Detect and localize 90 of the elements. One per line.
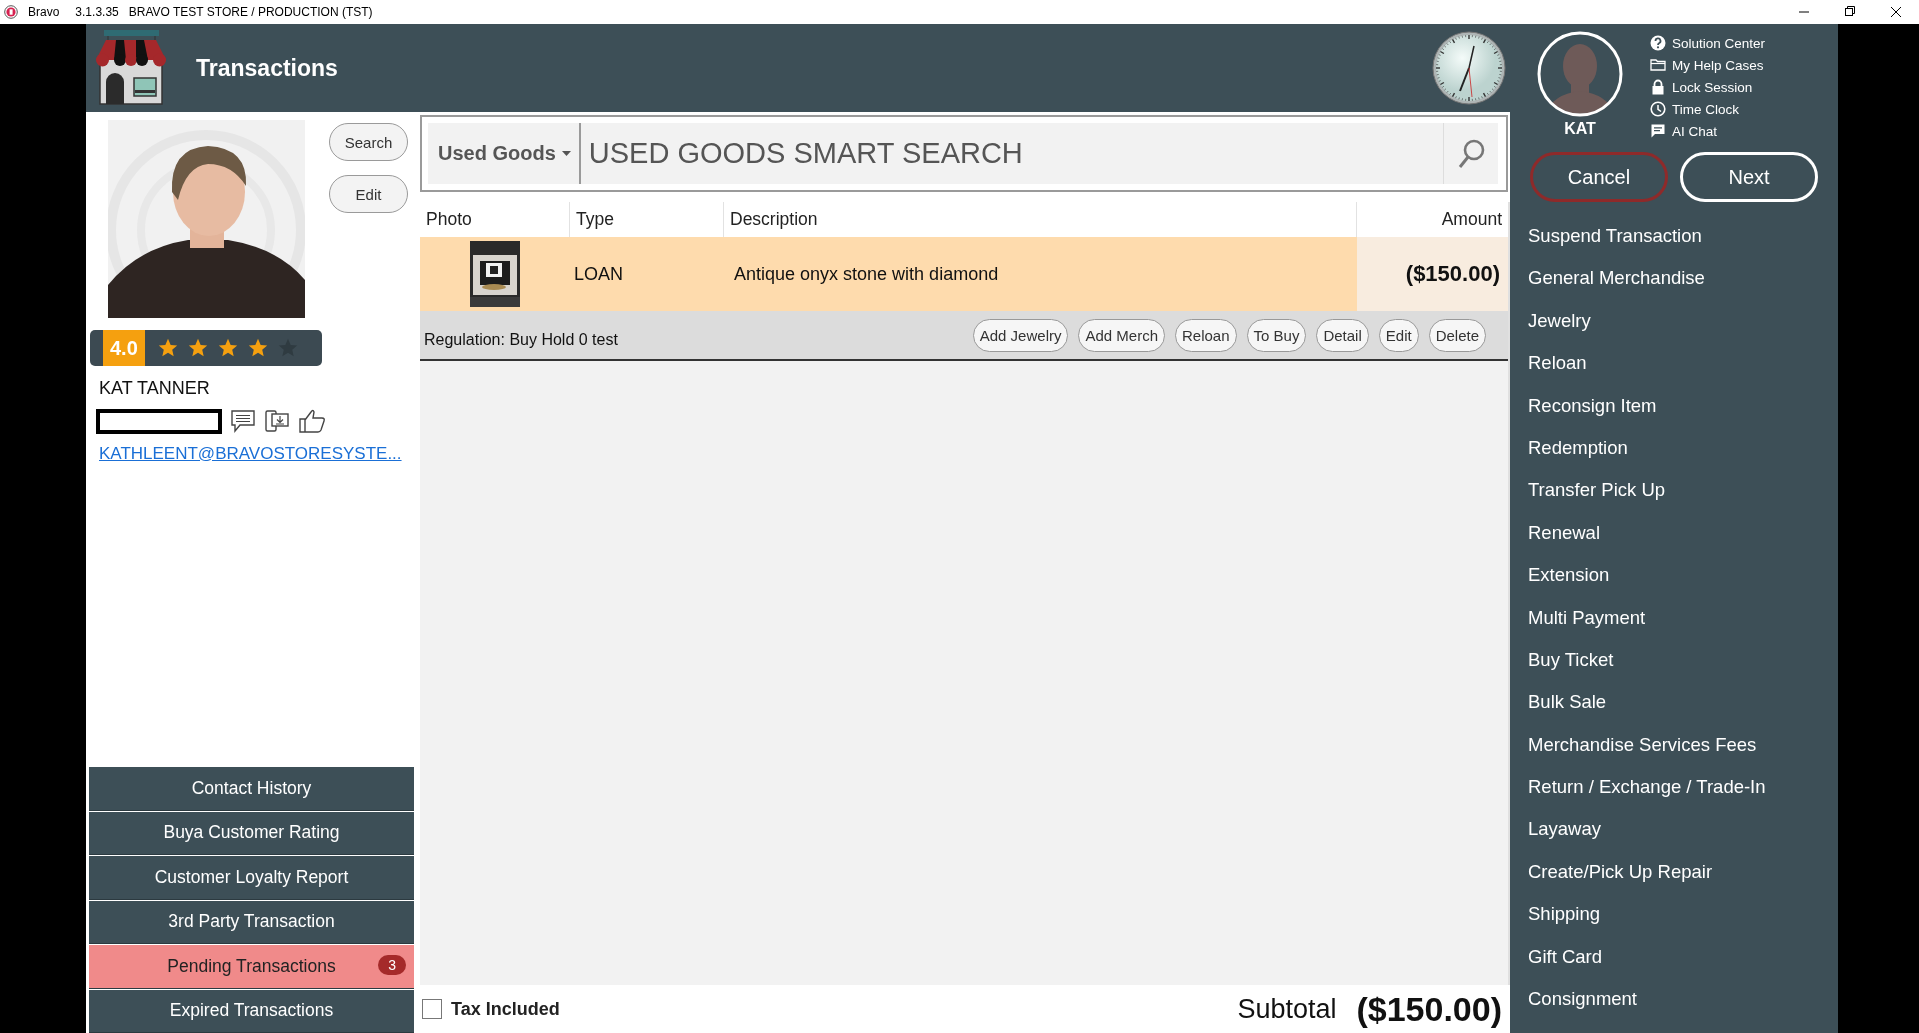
customer-name: KAT TANNER	[99, 378, 211, 399]
menu-item[interactable]: Extension	[1528, 554, 1610, 597]
column-header: Photo	[420, 202, 570, 237]
star-icon	[186, 337, 209, 359]
app-name: Bravo	[28, 5, 60, 19]
help-link[interactable]: My Help Cases	[1650, 57, 1766, 73]
lock-icon	[1650, 79, 1666, 95]
folder-icon	[1650, 57, 1666, 73]
menu-item[interactable]: Buy Ticket	[1528, 638, 1614, 682]
category-dropdown[interactable]: Used Goods	[428, 123, 581, 184]
help-link[interactable]: Solution Center	[1650, 35, 1766, 51]
customer-menu-item[interactable]: Contact History	[89, 767, 414, 811]
customer-action-button[interactable]: Edit	[329, 175, 408, 213]
chat-icon	[1650, 123, 1666, 139]
avatar-icon[interactable]	[1537, 31, 1623, 117]
search-field[interactable]: USED GOODS SMART SEARCH	[580, 123, 1443, 184]
row-action-button[interactable]: Delete	[1428, 318, 1486, 352]
menu-item[interactable]: Multi Payment	[1528, 596, 1646, 639]
store-icon	[94, 30, 168, 106]
help-link[interactable]: Lock Session	[1650, 79, 1766, 95]
menu-item[interactable]: Shipping	[1528, 893, 1600, 936]
caret-icon	[561, 151, 571, 156]
help-link[interactable]: Time Clock	[1650, 101, 1766, 117]
row-action-button[interactable]: Add Jewelry	[972, 318, 1069, 352]
link-label: Solution Center	[1672, 35, 1766, 51]
menu-item[interactable]: Suspend Transaction	[1528, 215, 1702, 258]
column-header: Amount	[1357, 202, 1508, 237]
row-action-button[interactable]: Reloan	[1175, 318, 1237, 352]
customer-menu-item[interactable]: Expired Transactions	[89, 989, 414, 1033]
menu-item[interactable]: Redemption	[1528, 426, 1628, 470]
menu-item[interactable]: Layaway	[1528, 808, 1601, 851]
menu-item[interactable]: Jewelry	[1528, 299, 1591, 343]
link-label: My Help Cases	[1672, 57, 1764, 73]
cancel-button[interactable]: Cancel	[1530, 152, 1668, 202]
help-icon	[1650, 35, 1666, 51]
menu-item[interactable]: Create/Pick Up Repair	[1528, 850, 1713, 894]
phone-field[interactable]	[96, 408, 222, 434]
customer-menu-item[interactable]: Customer Loyalty Report	[89, 856, 414, 900]
menu-item[interactable]: Gift Card	[1528, 935, 1603, 979]
dropdown-label: Used Goods	[438, 142, 556, 165]
menu-item-label: Pending Transactions	[167, 955, 336, 977]
menu-item[interactable]: Return / Exchange / Trade-In	[1528, 766, 1766, 809]
count-badge: 3	[378, 955, 406, 975]
menu-item[interactable]: Reloan	[1528, 342, 1587, 385]
star-icon	[246, 337, 269, 359]
column-header: Description	[724, 202, 1357, 237]
next-button[interactable]: Next	[1680, 152, 1818, 202]
menu-item[interactable]: Consignment	[1528, 978, 1637, 1021]
row-action-button[interactable]: Detail	[1316, 318, 1369, 352]
clock-icon	[1650, 101, 1666, 117]
regulation-note: Regulation: Buy Hold 0 test	[424, 331, 618, 349]
link-label: Lock Session	[1672, 79, 1753, 95]
link-label: AI Chat	[1672, 123, 1718, 139]
row-action-button[interactable]: To Buy	[1246, 318, 1307, 352]
app-logo-icon	[4, 5, 18, 19]
page-title: Transactions	[196, 54, 338, 82]
table-cell: LOAN	[570, 237, 724, 311]
clock-icon	[1432, 31, 1506, 105]
customer-action-button[interactable]: Search	[329, 123, 408, 161]
thumbs-up-icon[interactable]	[298, 408, 326, 434]
menu-item[interactable]: Reconsign Item	[1528, 384, 1657, 427]
customer-menu-item[interactable]: Buya Customer Rating	[89, 811, 414, 855]
email-link[interactable]: KATHLEENT@BRAVOSTORESYSTE...	[99, 444, 402, 464]
message-icon[interactable]	[230, 409, 256, 433]
row-action-button[interactable]: Edit	[1378, 318, 1419, 352]
store-name: BRAVO TEST STORE / PRODUCTION (TST)	[128, 5, 373, 19]
menu-item[interactable]: Renewal	[1528, 511, 1600, 555]
menu-item[interactable]: Transfer Pick Up	[1528, 469, 1666, 512]
star-icon	[156, 337, 179, 359]
menu-item[interactable]: Bulk Sale	[1528, 681, 1607, 724]
rating-value: 4.0	[103, 330, 145, 366]
subtotal-label: Subtotal	[1237, 993, 1337, 1025]
checkbox-label: Tax Included	[451, 998, 560, 1020]
app-version: 3.1.3.35	[75, 5, 119, 19]
help-link[interactable]: AI Chat	[1650, 123, 1766, 139]
customer-menu-item[interactable]: 3rd Party Transaction	[89, 900, 414, 944]
checkbox[interactable]	[422, 999, 442, 1019]
menu-item[interactable]: General Merchandise	[1528, 257, 1705, 300]
column-header: Type	[570, 202, 724, 237]
star-icon	[216, 337, 239, 359]
subtotal-value: ($150.00)	[1356, 989, 1502, 1029]
link-label: Time Clock	[1672, 101, 1739, 117]
table-cell: Antique onyx stone with diamond	[724, 237, 1357, 311]
menu-item[interactable]: Merchandise Services Fees	[1528, 723, 1757, 767]
search-icon[interactable]	[1458, 138, 1486, 169]
row-action-button[interactable]: Add Merch	[1078, 318, 1165, 352]
device-download-icon[interactable]	[264, 408, 290, 434]
user-name: KAT	[1564, 120, 1596, 138]
amount-cell: ($150.00)	[1357, 237, 1508, 311]
customer-menu-item[interactable]: Pending Transactions 3	[89, 945, 414, 989]
